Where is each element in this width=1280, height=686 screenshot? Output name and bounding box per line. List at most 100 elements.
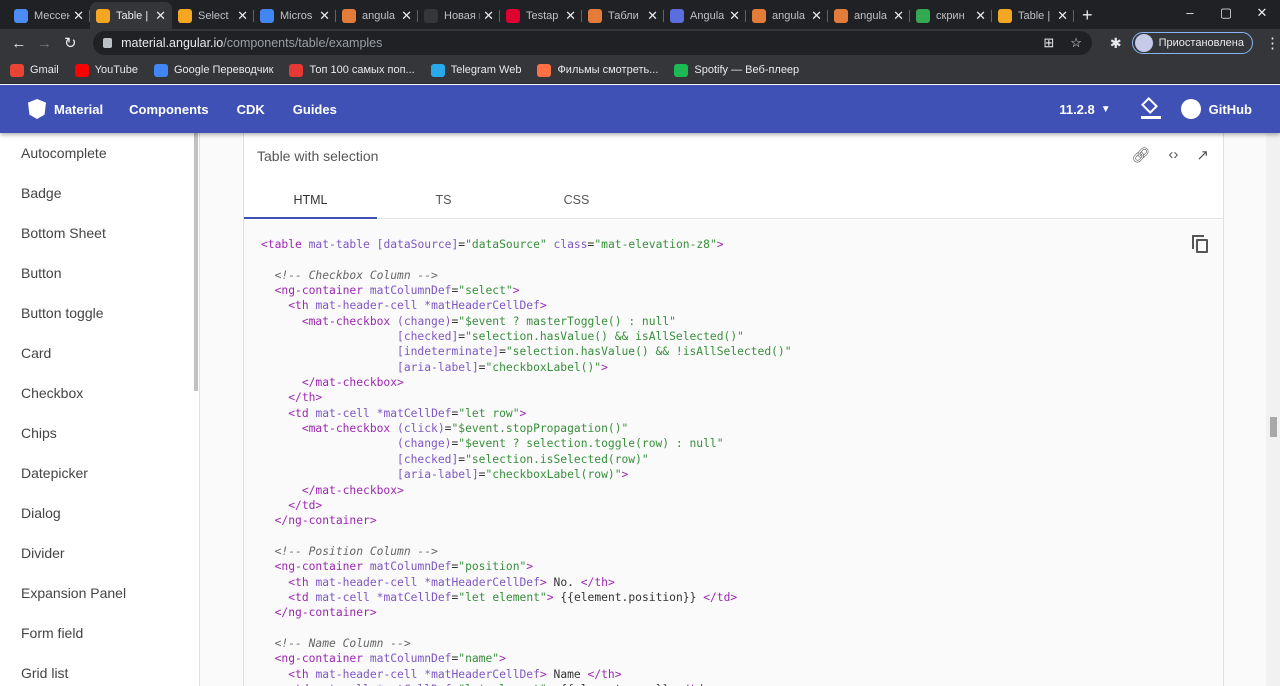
bookmark-label: Telegram Web — [450, 64, 522, 76]
github-icon[interactable] — [1180, 99, 1201, 119]
browser-tab[interactable]: Табли ✕ — [582, 2, 664, 29]
sidebar-item-expansion-panel[interactable]: Expansion Panel — [0, 573, 199, 613]
bookmark-favicon-icon — [674, 63, 689, 77]
close-tab-icon[interactable]: ✕ — [975, 8, 986, 24]
bookmark-item[interactable]: Топ 100 самых поп... — [289, 63, 415, 77]
sidebar-item-badge[interactable]: Badge — [0, 173, 199, 213]
browser-tab[interactable]: Table | ✕ — [992, 2, 1074, 29]
sidebar-item-checkbox[interactable]: Checkbox — [0, 373, 199, 413]
theme-picker-icon[interactable] — [1140, 97, 1161, 119]
nav-link-components[interactable]: Components — [129, 102, 208, 117]
sidebar-item-grid-list[interactable]: Grid list — [0, 653, 199, 686]
bookmark-star-icon[interactable]: ☆ — [1070, 35, 1082, 51]
browser-tab[interactable]: Новая вкл✕ — [418, 2, 500, 29]
link-icon[interactable]: 🔗︎ — [1131, 146, 1150, 164]
version-label: 11.2.8 — [1059, 101, 1095, 117]
forward-icon[interactable]: → — [32, 35, 58, 52]
close-tab-icon[interactable]: ✕ — [73, 8, 84, 24]
nav-link-cdk[interactable]: CDK — [237, 102, 265, 117]
browser-tab[interactable]: Мессен ✕ — [8, 2, 90, 29]
sidebar-item-chips[interactable]: Chips — [0, 413, 199, 453]
close-tab-icon[interactable]: ✕ — [811, 8, 822, 24]
close-tab-icon[interactable]: ✕ — [237, 8, 248, 24]
address-bar[interactable]: material.angular.io/components/table/exa… — [93, 31, 1092, 55]
tab-title: Новая вкл — [444, 9, 480, 22]
close-window-icon[interactable]: ✕ — [1244, 0, 1280, 26]
close-tab-icon[interactable]: ✕ — [483, 8, 494, 24]
bookmark-item[interactable]: Telegram Web — [430, 63, 522, 77]
close-tab-icon[interactable]: ✕ — [893, 8, 904, 24]
sidebar-item-bottom-sheet[interactable]: Bottom Sheet — [0, 213, 199, 253]
bookmark-item[interactable]: Google Переводчик — [153, 63, 273, 77]
tab-html[interactable]: HTML — [244, 181, 377, 219]
bookmark-label: Gmail — [30, 64, 59, 76]
nav-link-guides[interactable]: Guides — [293, 102, 337, 117]
sidebar-item-datepicker[interactable]: Datepicker — [0, 453, 199, 493]
bookmarks-bar: Gmail YouTube Google Переводчик Топ 100 сам… — [0, 57, 1280, 84]
browser-tab[interactable]: angula ✕ — [828, 2, 910, 29]
close-tab-icon[interactable]: ✕ — [401, 8, 412, 24]
browser-tab[interactable]: Table | ✕ — [90, 2, 172, 29]
maximize-icon[interactable]: ▢ — [1208, 0, 1244, 26]
open-in-new-icon[interactable]: ↗ — [1196, 146, 1209, 164]
bookmark-item[interactable]: Gmail — [10, 63, 59, 77]
tab-title: Select — [198, 9, 229, 22]
bookmark-item[interactable]: Spotify — Веб-плеер — [674, 63, 799, 77]
bookmark-favicon-icon — [153, 63, 168, 77]
scrollbar-thumb[interactable] — [1270, 417, 1277, 437]
tab-title: Табли — [608, 9, 639, 22]
html-source-code: <table mat-table [dataSource]="dataSourc… — [261, 238, 792, 686]
browser-tab[interactable]: angula ✕ — [336, 2, 418, 29]
favicon-icon — [506, 8, 520, 23]
favicon-icon — [96, 8, 110, 23]
browser-menu-icon[interactable]: ⋮ — [1265, 34, 1280, 52]
tab-title: angula — [362, 9, 396, 22]
favicon-icon — [834, 8, 848, 23]
close-tab-icon[interactable]: ✕ — [565, 8, 576, 24]
back-icon[interactable]: ← — [6, 35, 32, 52]
tab-title: Table | — [1018, 9, 1051, 22]
favicon-icon — [670, 8, 684, 23]
qr-code-icon[interactable]: ⊞ — [1043, 35, 1054, 51]
new-tab-button[interactable]: + — [1082, 2, 1093, 29]
sidebar-item-form-field[interactable]: Form field — [0, 613, 199, 653]
angular-logo-icon[interactable] — [28, 99, 46, 119]
close-tab-icon[interactable]: ✕ — [647, 8, 658, 24]
profile-button[interactable]: Приостановлена — [1131, 32, 1253, 54]
browser-tab[interactable]: Micros ✕ — [254, 2, 336, 29]
favicon-icon — [998, 8, 1012, 23]
code-icon[interactable]: ‹› — [1168, 146, 1178, 164]
sidebar-item-divider[interactable]: Divider — [0, 533, 199, 573]
lock-icon — [103, 38, 113, 48]
browser-tab[interactable]: angula ✕ — [746, 2, 828, 29]
sidebar-item-card[interactable]: Card — [0, 333, 199, 373]
copy-icon[interactable] — [1192, 235, 1208, 253]
bookmark-item[interactable]: Фильмы смотреть... — [537, 63, 658, 77]
browser-tab[interactable]: Angula ✕ — [664, 2, 746, 29]
version-select[interactable]: 11.2.8 ▼ — [1059, 102, 1110, 117]
sidebar-item-button[interactable]: Button — [0, 253, 199, 293]
sidebar-scrollbar[interactable] — [194, 133, 198, 391]
code-viewer: <table mat-table [dataSource]="dataSourc… — [244, 220, 1223, 686]
close-tab-icon[interactable]: ✕ — [1057, 8, 1068, 24]
reload-icon[interactable]: ↻ — [57, 34, 83, 52]
close-tab-icon[interactable]: ✕ — [155, 8, 166, 24]
extensions-icon[interactable]: ✱ — [1110, 35, 1122, 52]
tab-css[interactable]: CSS — [510, 181, 643, 218]
avatar — [1134, 34, 1153, 52]
browser-tab[interactable]: Select ✕ — [172, 2, 254, 29]
tab-ts[interactable]: TS — [377, 181, 510, 218]
page-scrollbar[interactable] — [1266, 133, 1280, 686]
close-tab-icon[interactable]: ✕ — [319, 8, 330, 24]
close-tab-icon[interactable]: ✕ — [729, 8, 740, 24]
sidebar-item-button-toggle[interactable]: Button toggle — [0, 293, 199, 333]
browser-tab[interactable]: скрин ✕ — [910, 2, 992, 29]
browser-tab[interactable]: Testap ✕ — [500, 2, 582, 29]
brand-link[interactable]: Material — [54, 102, 103, 117]
minimize-icon[interactable]: – — [1172, 0, 1208, 26]
window-controls: – ▢ ✕ — [1172, 0, 1280, 26]
github-link[interactable]: GitHub — [1209, 102, 1252, 117]
sidebar-item-autocomplete[interactable]: Autocomplete — [0, 133, 199, 173]
bookmark-item[interactable]: YouTube — [74, 63, 138, 77]
sidebar-item-dialog[interactable]: Dialog — [0, 493, 199, 533]
